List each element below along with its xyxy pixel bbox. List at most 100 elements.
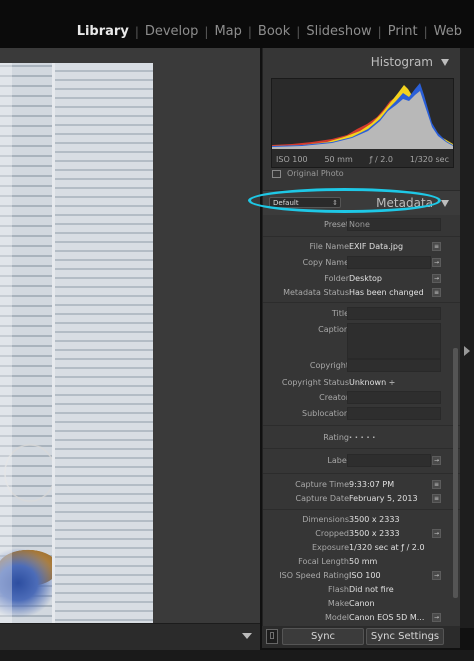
creator-row: Creator (263, 391, 461, 405)
module-list: Library | Develop | Map | Book | Slidesh… (71, 24, 468, 39)
make-label: Make (327, 599, 349, 608)
capture-time-value: 9:33:07 PM (349, 480, 395, 489)
photo-preview-area[interactable] (0, 48, 260, 623)
list-icon[interactable]: ≡ (432, 288, 441, 297)
original-photo-toggle[interactable]: Original Photo (272, 169, 344, 178)
rating-stars[interactable]: · · · · · (349, 433, 375, 442)
sync-metadata-button[interactable]: Sync (282, 628, 364, 645)
label-row: Label → (263, 454, 461, 468)
model-label: Model (324, 613, 349, 622)
caption-field[interactable] (347, 323, 441, 359)
capture-date-label: Capture Date (295, 494, 349, 503)
hist-focal: 50 mm (324, 155, 353, 164)
go-arrow-icon[interactable]: → (432, 571, 441, 580)
copy-name-field[interactable] (347, 256, 431, 269)
dimensions-value: 3500 x 2333 (349, 515, 400, 524)
right-panel: Histogram ISO 100 50 mm ƒ / 2.0 1/320 se… (262, 48, 461, 628)
model-row: Model Canon EOS 5D M... → (263, 611, 461, 625)
toolbar-toggle-icon[interactable] (242, 633, 252, 639)
panel-toggle-arrow-icon[interactable] (464, 346, 470, 356)
exposure-value: 1/320 sec at ƒ / 2.0 (349, 543, 425, 552)
panel-scrollbar[interactable] (453, 348, 458, 598)
module-print[interactable]: Print (382, 24, 424, 39)
go-arrow-icon[interactable]: → (432, 258, 441, 267)
folder-row: Folder Desktop → (263, 272, 461, 286)
toolbar (0, 623, 260, 651)
title-field[interactable] (347, 307, 441, 320)
cropped-value: 3500 x 2333 (349, 529, 400, 538)
module-develop[interactable]: Develop (139, 24, 205, 39)
metadata-status-value: Has been changed (349, 288, 424, 297)
copyright-row: Copyright (263, 359, 461, 373)
list-icon[interactable]: ≡ (432, 242, 441, 251)
histogram-exif-info: ISO 100 50 mm ƒ / 2.0 1/320 sec (272, 155, 453, 164)
flash-label: Flash (328, 585, 349, 594)
exposure-row: Exposure 1/320 sec at ƒ / 2.0 (263, 541, 461, 555)
divider (263, 448, 461, 449)
sync-bar: ▯ Sync Sync Settings (262, 626, 460, 648)
copyright-status-select[interactable]: Unknown ÷ (349, 378, 395, 387)
sublocation-field[interactable] (347, 407, 441, 420)
histogram-header[interactable]: Histogram (263, 50, 461, 74)
go-arrow-icon[interactable]: → (432, 529, 441, 538)
dimensions-label: Dimensions (302, 515, 349, 524)
creator-label: Creator (319, 393, 349, 402)
hist-iso: ISO 100 (276, 155, 308, 164)
cropped-row: Cropped 3500 x 2333 → (263, 527, 461, 541)
title-row: Title (263, 307, 461, 321)
metadata-status-row: Metadata Status Has been changed ≡ (263, 286, 461, 300)
module-book[interactable]: Book (252, 24, 296, 39)
module-web[interactable]: Web (428, 24, 468, 39)
original-photo-checkbox[interactable] (272, 169, 281, 178)
capture-date-value: February 5, 2013 (349, 494, 418, 503)
label-label: Label (327, 456, 349, 465)
panel-edge (460, 48, 474, 628)
bottom-strip (0, 650, 474, 661)
divider (263, 236, 461, 237)
histogram-chart: ISO 100 50 mm ƒ / 2.0 1/320 sec (271, 78, 454, 168)
copyright-status-label: Copyright Status (281, 378, 349, 387)
hist-aperture: ƒ / 2.0 (369, 155, 393, 164)
histogram-graph (272, 83, 453, 149)
creator-field[interactable] (347, 391, 441, 404)
module-slideshow[interactable]: Slideshow (300, 24, 377, 39)
capture-date-row: Capture Date February 5, 2013 ≡ (263, 492, 461, 506)
rating-label: Rating (323, 433, 349, 442)
file-name-value[interactable]: EXIF Data.jpg (349, 242, 403, 251)
label-field[interactable] (347, 454, 431, 467)
go-arrow-icon[interactable]: → (432, 274, 441, 283)
file-name-row: File Name EXIF Data.jpg ≡ (263, 240, 461, 254)
module-library[interactable]: Library (71, 24, 135, 39)
list-icon[interactable]: ≡ (432, 494, 441, 503)
folder-value: Desktop (349, 274, 382, 283)
module-picker-bar: Library | Develop | Map | Book | Slidesh… (0, 0, 474, 48)
photo-shutter-detail (52, 63, 153, 623)
folder-label: Folder (324, 274, 349, 283)
sync-toggle-switch[interactable]: ▯ (266, 629, 278, 644)
iso-row: ISO Speed Rating ISO 100 → (263, 569, 461, 583)
go-arrow-icon[interactable]: → (432, 613, 441, 622)
exposure-label: Exposure (311, 543, 349, 552)
photo-highlight (0, 63, 12, 623)
go-arrow-icon[interactable]: → (432, 456, 441, 465)
collapse-triangle-icon[interactable] (441, 59, 449, 66)
module-map[interactable]: Map (208, 24, 247, 39)
preset-label: Preset (324, 220, 349, 229)
list-icon[interactable]: ≡ (432, 480, 441, 489)
focal-length-value: 50 mm (349, 557, 378, 566)
capture-time-row: Capture Time 9:33:07 PM ≡ (263, 478, 461, 492)
sync-settings-button[interactable]: Sync Settings (366, 628, 444, 645)
divider (263, 509, 461, 510)
divider (263, 302, 461, 303)
capture-time-label: Capture Time (295, 480, 349, 489)
rating-row: Rating · · · · · (263, 431, 461, 445)
focal-length-row: Focal Length 50 mm (263, 555, 461, 569)
flash-value: Did not fire (349, 585, 394, 594)
copyright-status-row: Copyright Status Unknown ÷ (263, 376, 461, 390)
collapse-triangle-icon[interactable] (441, 200, 449, 207)
divider (263, 473, 461, 474)
copy-name-row: Copy Name → (263, 256, 461, 270)
copyright-field[interactable] (347, 359, 441, 372)
flash-row: Flash Did not fire (263, 583, 461, 597)
hist-shutter: 1/320 sec (409, 155, 449, 164)
